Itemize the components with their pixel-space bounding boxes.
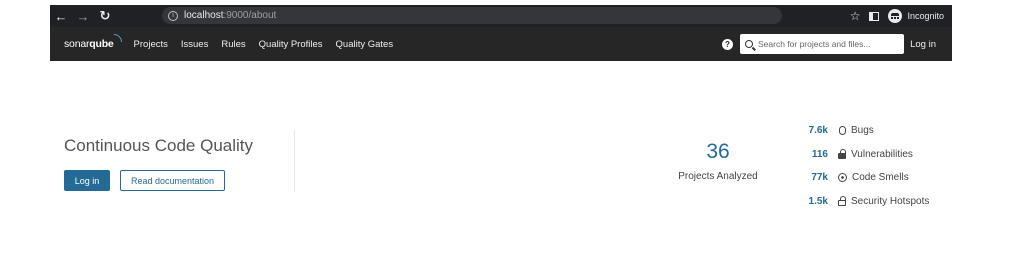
nav-projects[interactable]: Projects (134, 39, 168, 50)
forward-icon[interactable]: → (72, 9, 94, 24)
browser-toolbar: ← → ↻ i localhost:9000/about ☆ Incognito (50, 5, 952, 27)
projects-label: Projects Analyzed (678, 171, 758, 182)
incognito-icon (888, 9, 903, 23)
code-smell-icon (838, 173, 847, 183)
metric-label: Security Hotspots (851, 195, 930, 207)
bug-icon (839, 126, 846, 136)
search-icon (745, 40, 753, 48)
nav-quality-profiles[interactable]: Quality Profiles (259, 39, 323, 50)
metric-value[interactable]: 116 (790, 149, 828, 160)
nav-links: Projects Issues Rules Quality Profiles Q… (134, 39, 394, 50)
read-documentation-button[interactable]: Read documentation (120, 170, 225, 191)
browser-actions: ☆ Incognito (850, 5, 944, 27)
metric-code-smells: 77k Code Smells (790, 166, 929, 190)
app-root: ← → ↻ i localhost:9000/about ☆ Incognito… (0, 0, 1020, 272)
lock-icon (838, 148, 846, 159)
reload-icon[interactable]: ↻ (94, 8, 116, 24)
metric-security-hotspots: 1.5k Security Hotspots (790, 190, 929, 214)
metric-label: Vulnerabilities (851, 148, 913, 160)
metrics-list: 7.6k Bugs 116 Vulnerabilities 77k Code S… (790, 119, 930, 214)
logo-text-main: sonar (64, 38, 90, 50)
nav-quality-gates[interactable]: Quality Gates (336, 39, 394, 50)
incognito-label: Incognito (907, 11, 944, 21)
metric-bugs: 7.6k Bugs (790, 119, 929, 143)
url-host: localhost (184, 10, 224, 21)
divider (294, 130, 295, 192)
sonarqube-logo[interactable]: sonarqube (64, 34, 122, 50)
hotspot-icon (838, 195, 846, 206)
metric-label: Code Smells (852, 172, 909, 184)
metric-label: Bugs (851, 125, 874, 137)
help-icon[interactable]: ? (722, 39, 733, 50)
search-input[interactable] (758, 39, 898, 49)
back-icon[interactable]: ← (50, 9, 72, 24)
url-path: :9000/about (223, 10, 277, 21)
info-icon[interactable]: i (168, 10, 178, 21)
nav-rules[interactable]: Rules (221, 39, 245, 50)
metric-value[interactable]: 7.6k (790, 125, 828, 136)
incognito-profile[interactable]: Incognito (888, 9, 944, 23)
page-title: Continuous Code Quality (64, 136, 254, 155)
top-navbar: sonarqube Projects Issues Rules Quality … (50, 27, 952, 61)
search-box[interactable] (740, 34, 904, 54)
metric-value[interactable]: 1.5k (790, 196, 828, 207)
metric-vulnerabilities: 116 Vulnerabilities (790, 143, 929, 167)
login-button[interactable]: Log in (64, 170, 110, 191)
address-bar[interactable]: i localhost:9000/about (162, 7, 782, 24)
nav-login-link[interactable]: Log in (910, 39, 936, 50)
projects-count[interactable]: 36 (678, 140, 758, 164)
logo-text-bold: qube (89, 38, 114, 50)
star-icon[interactable]: ☆ (850, 9, 861, 23)
side-panel-icon[interactable] (869, 11, 880, 21)
logo-waves-icon (113, 34, 122, 42)
nav-issues[interactable]: Issues (181, 39, 208, 50)
metric-value[interactable]: 77k (790, 172, 828, 183)
